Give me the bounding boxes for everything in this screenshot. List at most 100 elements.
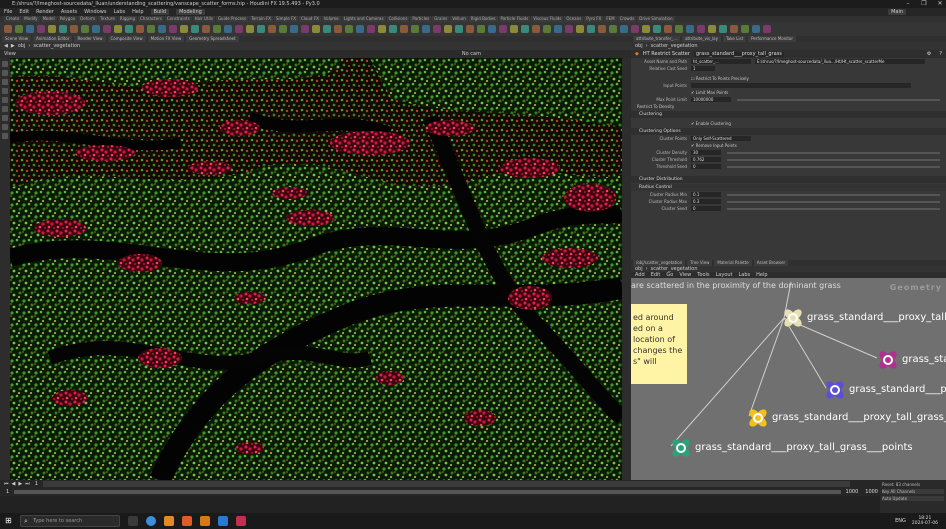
network-node-0[interactable] [781, 306, 805, 330]
shelf-tool-icon[interactable] [345, 25, 353, 33]
task-view-icon[interactable] [128, 516, 138, 526]
windows-start-icon[interactable]: ⊞ [5, 516, 12, 525]
remove-input-checkbox[interactable]: ✔ [691, 143, 694, 148]
shelf-tool-icon[interactable] [367, 25, 375, 33]
minimize-button[interactable]: – [904, 0, 912, 8]
shelf-tool-icon[interactable] [587, 25, 595, 33]
pose-tool-icon[interactable] [2, 106, 8, 112]
shelf-tool-icon[interactable] [510, 25, 518, 33]
status-line-2[interactable]: Key All Channels [882, 489, 944, 494]
main-desktop-menu[interactable]: Main [888, 9, 906, 15]
input-points-field[interactable] [691, 83, 911, 88]
cluster-threshold-field[interactable]: 0.762 [691, 157, 721, 162]
clustering-section[interactable]: Clustering [631, 111, 946, 118]
language-indicator[interactable]: ENG [895, 518, 906, 524]
shelf-tool-icon[interactable] [323, 25, 331, 33]
shelf-tool-icon[interactable] [653, 25, 661, 33]
shelf-tool-icon[interactable] [664, 25, 672, 33]
shelf-tool-icon[interactable] [213, 25, 221, 33]
timeline-track[interactable] [42, 481, 850, 487]
shelf-tool-icon[interactable] [191, 25, 199, 33]
shelf-tool-icon[interactable] [708, 25, 716, 33]
cluster-seed-field[interactable]: 0 [691, 206, 721, 211]
cluster-density-slider[interactable] [727, 151, 940, 154]
shelf-tool-icon[interactable] [378, 25, 386, 33]
radius-max-slider[interactable] [727, 200, 940, 203]
shelf-tool-icon[interactable] [389, 25, 397, 33]
shelf-tool-icon[interactable] [92, 25, 100, 33]
shelf-tool-icon[interactable] [488, 25, 496, 33]
maximize-button[interactable]: ❐ [920, 0, 928, 8]
shelf-tool-icon[interactable] [719, 25, 727, 33]
shelf-tool-icon[interactable] [15, 25, 23, 33]
threshold-seed-slider[interactable] [727, 165, 940, 168]
close-button[interactable]: ✕ [936, 0, 944, 8]
cluster-threshold-slider[interactable] [727, 158, 940, 161]
shelf-tool-icon[interactable] [279, 25, 287, 33]
shelf-tool-icon[interactable] [48, 25, 56, 33]
menu-labs[interactable]: Labs [113, 9, 125, 15]
shelf-tool-icon[interactable] [235, 25, 243, 33]
limit-points-checkbox[interactable]: ✔ [691, 90, 694, 95]
shelf-tool-icon[interactable] [400, 25, 408, 33]
jump-end-icon[interactable]: ⏭ [25, 481, 30, 487]
shelf-tool-icon[interactable] [455, 25, 463, 33]
shelf-tool-icon[interactable] [59, 25, 67, 33]
shelf-tool-icon[interactable] [675, 25, 683, 33]
current-frame[interactable]: 1 [32, 481, 40, 487]
jump-start-icon[interactable]: ⏮ [4, 481, 9, 487]
path-node[interactable]: scatter_vegetation [33, 43, 80, 49]
range-end[interactable]: 1000 [843, 489, 861, 495]
shelf-tool-icon[interactable] [169, 25, 177, 33]
shelf-tool-icon[interactable] [477, 25, 485, 33]
shelf-tool-icon[interactable] [125, 25, 133, 33]
shelf-tool-icon[interactable] [543, 25, 551, 33]
brush-tool-icon[interactable] [2, 115, 8, 121]
shelf-tool-icon[interactable] [499, 25, 507, 33]
browser-icon[interactable] [146, 516, 156, 526]
shelf-tool-icon[interactable] [433, 25, 441, 33]
houdini-icon[interactable] [164, 516, 174, 526]
handle-tool-icon[interactable] [2, 97, 8, 103]
shelf-tool-icon[interactable] [686, 25, 694, 33]
shelf-tool-icon[interactable] [268, 25, 276, 33]
menu-render[interactable]: Render [36, 9, 54, 15]
shelf-tool-icon[interactable] [697, 25, 705, 33]
shelf-tool-icon[interactable] [103, 25, 111, 33]
shelf-tool-icon[interactable] [609, 25, 617, 33]
snap-tool-icon[interactable] [2, 124, 8, 130]
shelf-tool-icon[interactable] [224, 25, 232, 33]
move-tool-icon[interactable] [2, 70, 8, 76]
shelf-tool-icon[interactable] [312, 25, 320, 33]
asset-name-field[interactable]: ht_scatter_... [691, 59, 751, 64]
houdini-fx-icon[interactable] [182, 516, 192, 526]
shelf-tool-icon[interactable] [730, 25, 738, 33]
shelf-tool-icon[interactable] [642, 25, 650, 33]
shelf-tool-icon[interactable] [246, 25, 254, 33]
shelf-tool-icon[interactable] [620, 25, 628, 33]
shelf-tool-icon[interactable] [81, 25, 89, 33]
shelf-tool-icon[interactable] [565, 25, 573, 33]
parm-path-obj[interactable]: obj [635, 43, 643, 49]
relative-seed-field[interactable]: 1 [691, 66, 715, 71]
cluster-points-select[interactable]: Only Self-Scattered [691, 136, 751, 141]
cluster-seed-slider[interactable] [727, 207, 940, 210]
status-line-3[interactable]: Auto Update [882, 496, 944, 501]
help-icon[interactable]: ? [939, 51, 942, 57]
range-end-global[interactable]: 1000 [863, 489, 880, 495]
scene-viewport[interactable] [10, 58, 622, 480]
radius-max-field[interactable]: 0.3 [691, 199, 721, 204]
shelf-tool-icon[interactable] [554, 25, 562, 33]
view-label[interactable]: View [4, 51, 16, 57]
restrict-checkbox[interactable]: ☐ [691, 76, 695, 81]
menu-assets[interactable]: Assets [61, 9, 77, 15]
network-node-2[interactable] [823, 378, 847, 402]
network-editor[interactable]: are scattered in the proximity of the do… [631, 278, 946, 482]
shelf-tool-icon[interactable] [631, 25, 639, 33]
menu-edit[interactable]: Edit [19, 9, 29, 15]
range-slider[interactable] [14, 490, 841, 494]
shelf-tool-icon[interactable] [114, 25, 122, 33]
radius-control-section[interactable]: Radius Control [631, 184, 946, 191]
camera-menu[interactable]: No cam [462, 51, 481, 57]
network-node-3[interactable] [746, 406, 770, 430]
